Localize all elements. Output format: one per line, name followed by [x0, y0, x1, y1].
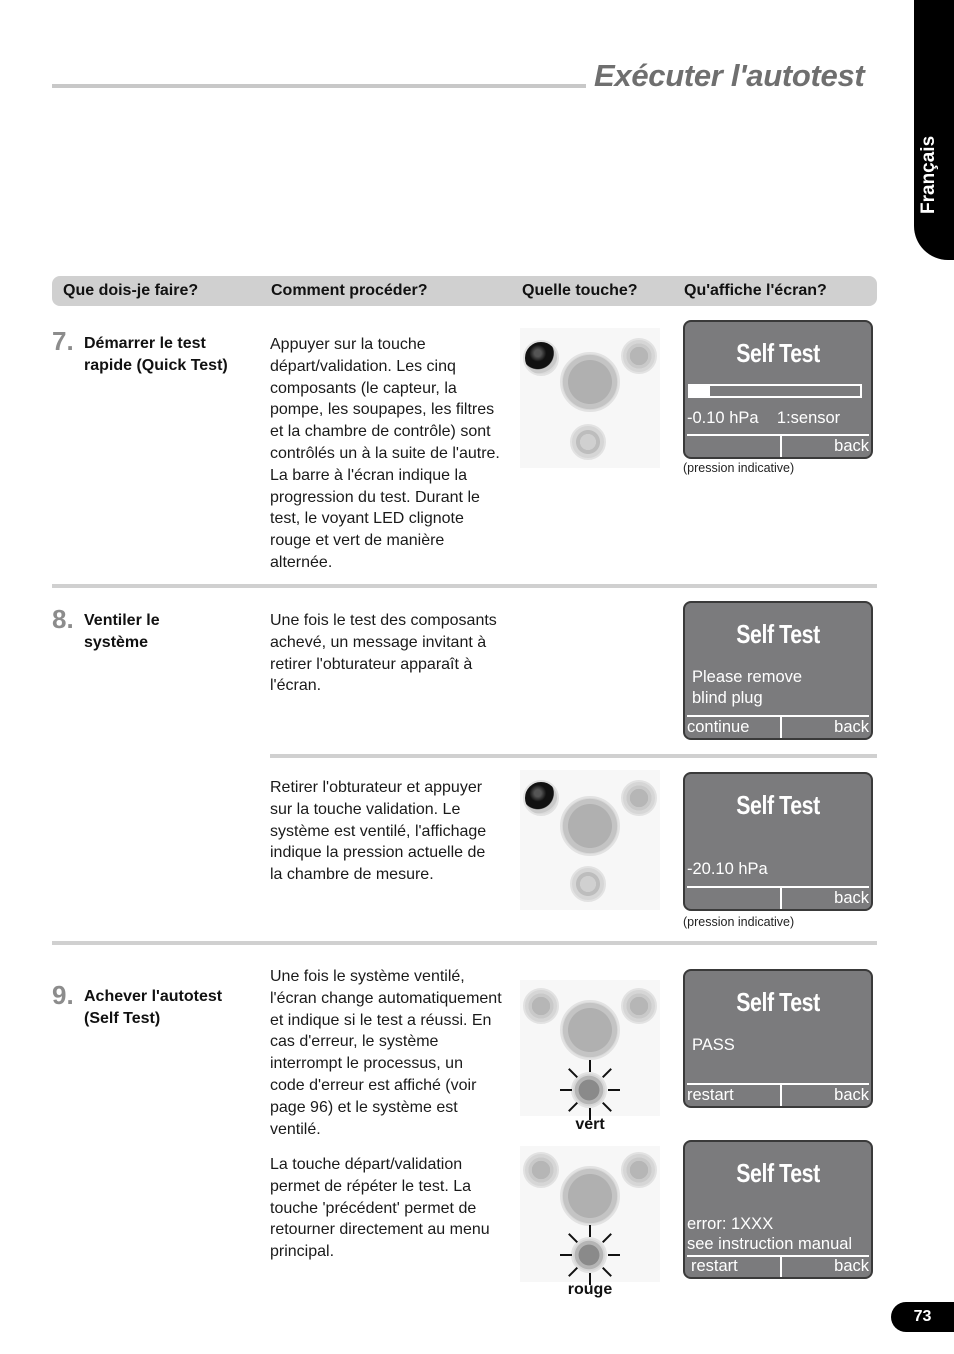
softkey-continue[interactable]: continue	[687, 718, 749, 737]
keypad-illustration	[520, 1146, 660, 1285]
lcd-line: -20.10 hPa	[687, 860, 768, 878]
step-title: Achever l'autotest (Self Test)	[84, 988, 223, 1027]
lcd-line: blind plug	[692, 689, 763, 707]
step-description: La touche départ/validation permet de ré…	[270, 1156, 490, 1261]
softkey-back[interactable]: back	[834, 889, 869, 908]
lcd-separator	[687, 434, 869, 436]
lcd-screen: Self Test -0.10 hPa 1:sensor back	[683, 320, 873, 459]
led-color-caption: vert	[575, 1116, 605, 1133]
softkey-back[interactable]: back	[834, 1257, 869, 1276]
led-button-icon	[523, 1152, 559, 1188]
lcd-softkey-divider	[780, 886, 782, 909]
softkey-back[interactable]: back	[834, 437, 869, 456]
lcd-line: PASS	[692, 1036, 735, 1054]
lcd-screen: Self Test Please remove blind plug conti…	[683, 601, 873, 740]
language-tab: Français	[914, 0, 954, 260]
lcd-separator	[687, 1083, 869, 1085]
lcd-line: -0.10 hPa 1:sensor	[687, 409, 841, 427]
page-number: 73	[891, 1302, 954, 1332]
lcd-line: error: 1XXX	[687, 1215, 774, 1233]
lcd-title: Self Test	[736, 338, 820, 368]
keypad-illustration	[520, 328, 660, 468]
step-description: Retirer l'obturateur et ap­puyer sur la …	[270, 779, 487, 884]
led-button-icon	[523, 340, 559, 376]
step-description: Appuyer sur la touche départ/validation.…	[270, 336, 500, 571]
row-divider	[52, 941, 877, 945]
lcd-softkey-divider	[780, 715, 782, 738]
lcd-separator	[687, 715, 869, 717]
lcd-separator	[687, 886, 869, 888]
keypad-illustration	[520, 980, 660, 1120]
pressure-note: (pression indicative)	[683, 915, 795, 929]
softkey-back[interactable]: back	[834, 718, 869, 737]
step-description: Une fois le système ventilé, l'écran cha…	[270, 968, 502, 1138]
power-button-icon	[570, 866, 606, 902]
lcd-softkey-divider	[780, 434, 782, 457]
back-button-icon	[621, 1152, 657, 1188]
sub-row-divider	[270, 754, 877, 758]
page-title: Exécuter l'autotest	[594, 58, 865, 93]
pressure-note: (pression indicative)	[683, 461, 795, 475]
step-title: Ventiler le système	[84, 612, 160, 651]
step-number: 7.	[52, 326, 74, 356]
lcd-title: Self Test	[736, 790, 820, 820]
progress-fill	[690, 386, 711, 396]
back-button-icon	[621, 988, 657, 1024]
start-validate-button-icon	[560, 796, 620, 856]
lcd-screen: Self Test error: 1XXX see instruction ma…	[683, 1140, 873, 1279]
keypad-illustration	[520, 770, 660, 910]
table-header: Que dois-je faire? Comment procéder? Que…	[52, 276, 877, 306]
column-header-key: Quelle touche?	[522, 282, 638, 299]
column-header-how: Comment procéder?	[271, 282, 428, 299]
row-divider	[52, 584, 877, 588]
lcd-line: see instruction manual	[687, 1235, 853, 1253]
lcd-softkey-divider	[780, 1083, 782, 1106]
step-description: Une fois le test des compo­sants achevé,…	[270, 612, 497, 695]
start-validate-button-icon	[560, 1000, 620, 1060]
progress-bar	[688, 384, 862, 398]
back-button-icon	[621, 780, 657, 816]
lcd-screen: Self Test -20.10 hPa back	[683, 772, 873, 911]
lcd-line: Please remove	[692, 668, 803, 686]
title-rule	[52, 84, 586, 88]
softkey-restart[interactable]: restart	[687, 1086, 734, 1105]
column-header-what: Que dois-je faire?	[63, 282, 199, 299]
language-label: Français	[918, 135, 939, 214]
column-header-screen: Qu'affiche l'écran?	[684, 282, 827, 299]
step-number: 9.	[52, 980, 74, 1010]
led-color-caption: rouge	[567, 1281, 613, 1298]
back-button-icon	[621, 338, 657, 374]
step-number: 8.	[52, 604, 74, 634]
lcd-title: Self Test	[736, 987, 820, 1017]
lcd-title: Self Test	[736, 619, 820, 649]
step-title: Démarrer le test rapide (Quick Test)	[84, 335, 228, 374]
lcd-screen: Self Test PASS restart back	[683, 969, 873, 1108]
lcd-softkey-divider	[780, 1255, 782, 1277]
start-validate-button-icon	[560, 1166, 620, 1226]
softkey-restart[interactable]: restart	[691, 1257, 738, 1276]
softkey-back[interactable]: back	[834, 1086, 869, 1105]
power-button-icon	[570, 424, 606, 460]
start-validate-button-icon	[560, 352, 620, 412]
lcd-title: Self Test	[736, 1158, 820, 1188]
led-button-icon	[523, 988, 559, 1024]
led-button-icon	[523, 780, 559, 816]
